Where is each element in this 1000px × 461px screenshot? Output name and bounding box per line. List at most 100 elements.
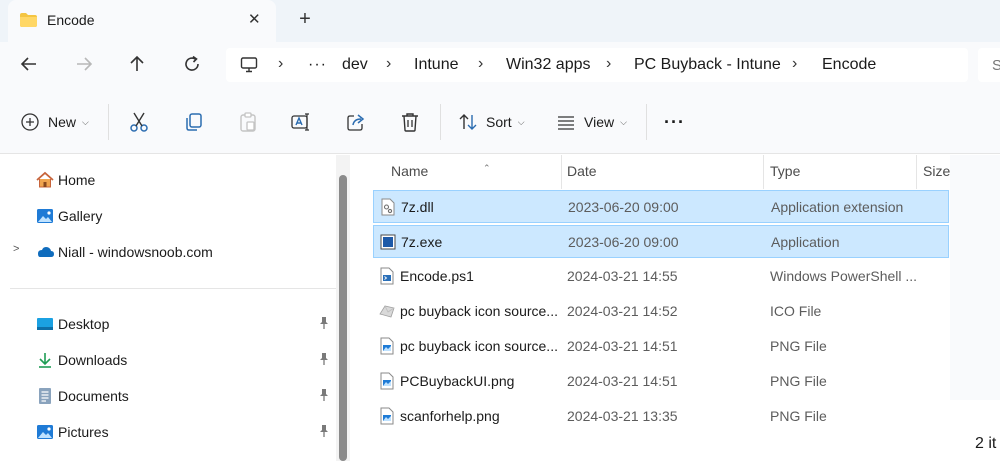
onedrive-cloud-icon [38,247,54,257]
file-row[interactable]: 7z.exe 2023-06-20 09:00 Application [373,225,949,258]
rename-icon [291,113,309,131]
file-type: PNG File [770,338,827,354]
sidebar-item-label: Niall - windowsnoob.com [58,244,213,260]
png-file-icon [380,337,394,355]
view-button[interactable]: View ⌵ [556,110,627,134]
up-button[interactable] [125,52,149,76]
sidebar-item-downloads[interactable]: Downloads [0,345,340,375]
gallery-icon [37,209,53,223]
sidebar-item-pictures[interactable]: Pictures [0,417,340,447]
file-type: Application [771,234,840,250]
divider [10,288,336,289]
sidebar-item-desktop[interactable]: Desktop [0,309,340,339]
breadcrumb-chevron-icon: › [386,55,392,72]
scrollbar-thumb[interactable] [339,175,347,461]
file-name: pc buyback icon source... [400,303,558,319]
plus-circle-icon [21,113,39,131]
sort-ascending-icon: ⌃ [483,163,491,173]
file-row[interactable]: 7z.dll 2023-06-20 09:00 Application exte… [373,190,949,223]
trash-icon [402,113,418,132]
tab-encode[interactable]: Encode ✕ [8,0,276,42]
sidebar-item-gallery[interactable]: Gallery [0,201,340,231]
breadcrumb-dev[interactable]: dev [342,56,368,74]
column-header-type[interactable]: Type [764,155,916,189]
cut-button[interactable] [128,110,150,134]
column-header-size[interactable]: Size [917,155,950,189]
breadcrumb-encode[interactable]: Encode [822,56,876,74]
breadcrumb-overflow[interactable]: ··· [308,56,327,74]
chevron-right-icon[interactable]: > [13,243,19,255]
close-tab-icon[interactable]: ✕ [248,12,261,28]
chevron-down-icon: ⌵ [82,116,89,127]
sidebar-item-label: Documents [58,388,129,404]
paste-button[interactable] [237,110,259,134]
search-input[interactable]: S [978,48,1000,82]
breadcrumb-chevron-icon: › [278,55,284,72]
documents-icon [39,388,51,404]
share-icon [347,114,365,131]
delete-button[interactable] [399,110,421,134]
tab-bar: Encode ✕ + [0,0,1000,42]
breadcrumb-intune[interactable]: Intune [414,56,458,74]
file-date: 2023-06-20 09:00 [568,199,679,215]
sidebar-item-home[interactable]: Home [0,165,340,195]
breadcrumb-chevron-icon: › [606,55,612,72]
this-pc-icon [240,57,258,73]
new-tab-button[interactable]: + [294,8,316,30]
file-row[interactable]: pc buyback icon source... 2024-03-21 14:… [373,330,949,363]
chevron-down-icon: ⌵ [620,116,627,127]
file-row[interactable]: PCBuybackUI.png 2024-03-21 14:51 PNG Fil… [373,365,949,398]
sidebar-item-documents[interactable]: Documents [0,381,340,411]
png-file-icon [380,407,394,425]
new-button[interactable]: New ⌵ [20,110,89,134]
column-header-label: Type [770,163,801,179]
png-file-icon [380,372,394,390]
sort-icon [459,114,477,130]
pin-icon[interactable] [318,316,330,330]
sidebar-item-onedrive[interactable]: > Niall - windowsnoob.com [0,237,340,267]
sidebar-item-label: Desktop [58,316,110,332]
file-type: PNG File [770,408,827,424]
more-options-button[interactable]: ··· [664,110,685,134]
column-header-label: Date [567,163,597,179]
share-button[interactable] [345,110,367,134]
pin-icon[interactable] [318,352,330,366]
breadcrumb-chevron-icon: › [478,55,484,72]
desktop-icon [37,318,53,330]
file-type: Windows PowerShell ... [770,268,918,284]
sort-button[interactable]: Sort ⌵ [458,110,525,134]
file-row[interactable]: pc buyback icon source... 2024-03-21 14:… [373,295,949,328]
copy-icon [186,113,202,131]
back-button[interactable] [17,52,41,76]
file-name: 7z.dll [401,199,434,215]
downloads-icon [39,353,51,368]
back-arrow-icon [20,57,36,71]
powershell-file-icon [380,267,394,285]
file-row[interactable]: Encode.ps1 2024-03-21 14:55 Windows Powe… [373,260,949,293]
sort-label: Sort [486,114,512,130]
navigation-bar: › ··· dev › Intune › Win32 apps › PC Buy… [0,42,1000,88]
forward-button[interactable] [72,52,96,76]
new-label: New [48,114,77,130]
column-header-name[interactable]: ⌃ Name [373,155,561,189]
command-bar: New ⌵ Sort ⌵ View ⌵ ··· [0,88,1000,154]
address-bar[interactable]: › ··· dev › Intune › Win32 apps › PC Buy… [226,48,968,82]
column-header-date[interactable]: Date [562,155,763,189]
sidebar-item-label: Pictures [58,424,109,440]
pin-icon[interactable] [318,424,330,438]
copy-button[interactable] [183,110,205,134]
rename-button[interactable] [290,110,312,134]
refresh-button[interactable] [180,52,204,76]
divider [646,104,647,140]
file-date: 2024-03-21 14:52 [567,303,678,319]
file-row[interactable]: scanforhelp.png 2024-03-21 13:35 PNG Fil… [373,400,949,433]
pin-icon[interactable] [318,388,330,402]
forward-arrow-icon [77,57,93,71]
file-date: 2024-03-21 14:51 [567,373,678,389]
exe-file-icon [380,234,396,250]
breadcrumb-win32-apps[interactable]: Win32 apps [506,56,591,74]
file-date: 2024-03-21 14:55 [567,268,678,284]
divider [440,104,441,140]
breadcrumb-pc-buyback[interactable]: PC Buyback - Intune [634,56,781,74]
chevron-down-icon: ⌵ [517,116,525,127]
